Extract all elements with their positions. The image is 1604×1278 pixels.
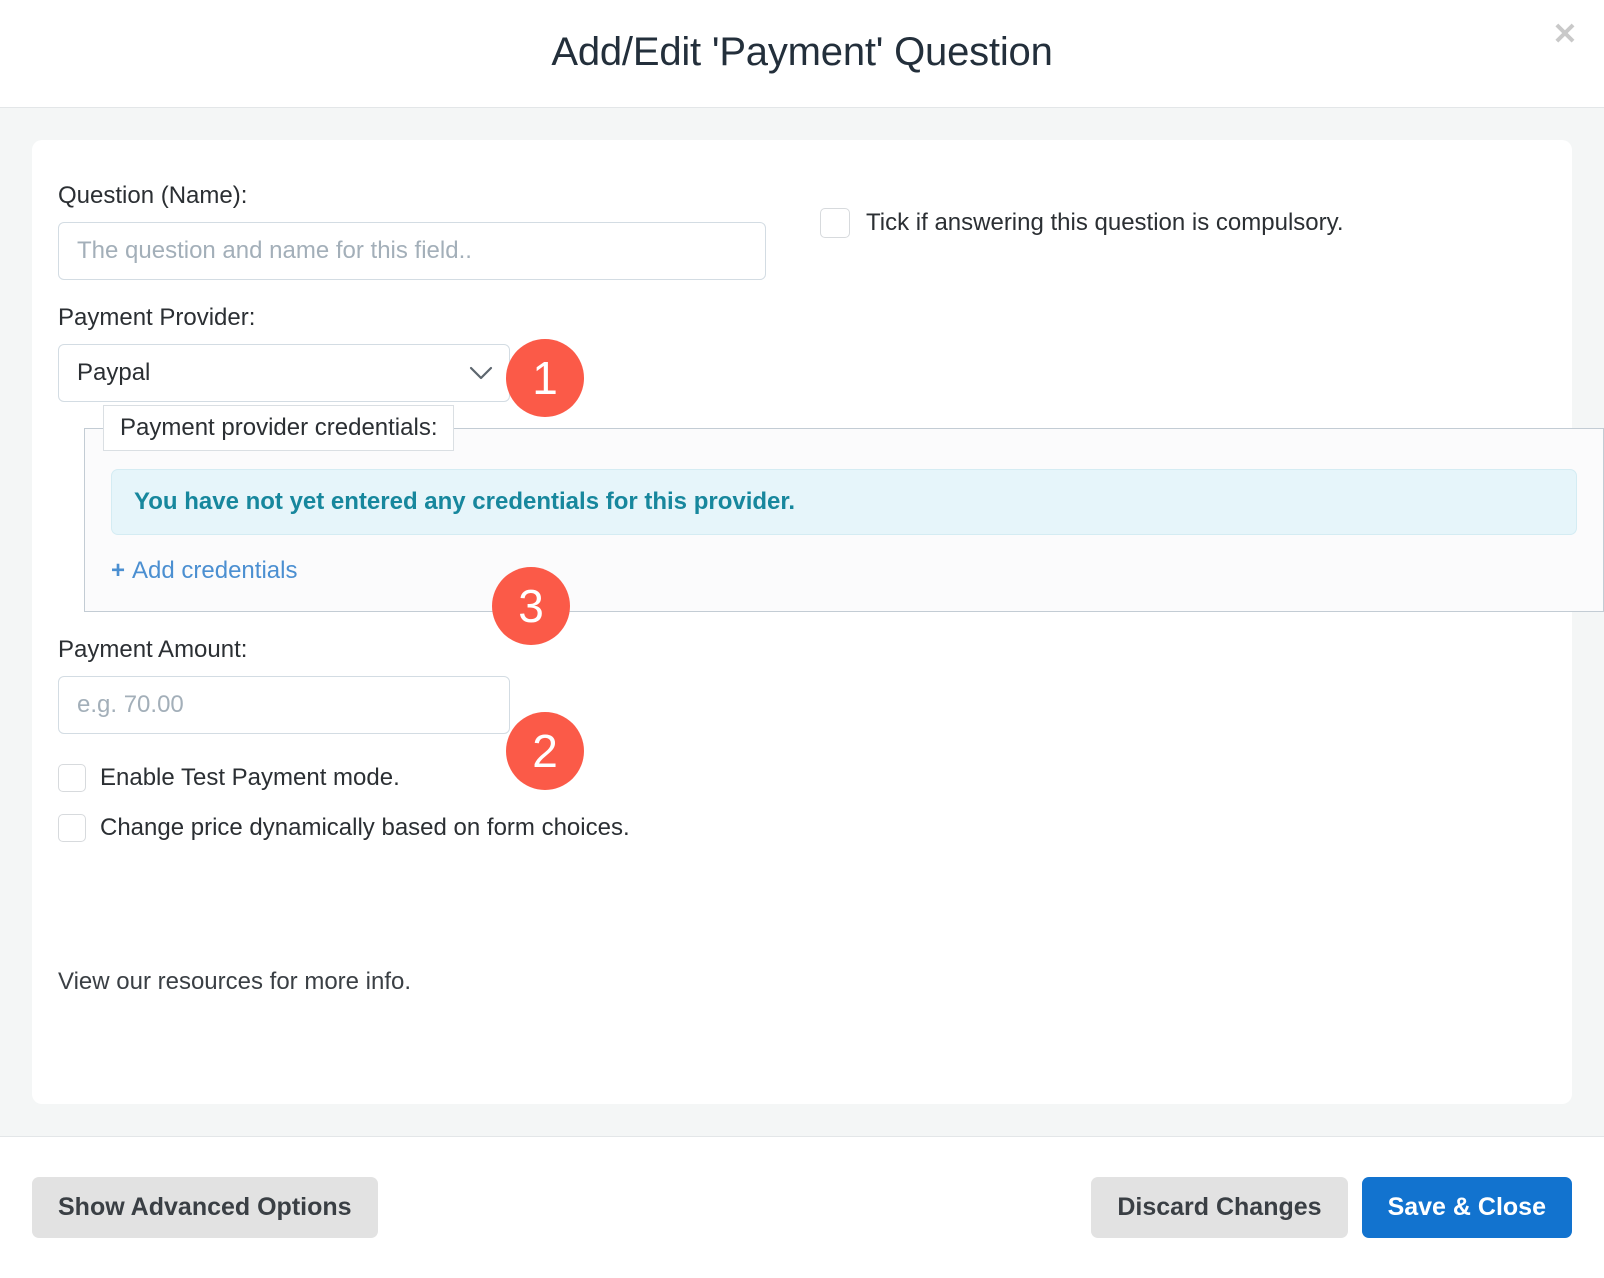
compulsory-checkbox[interactable] [820,208,850,238]
add-credentials-label: Add credentials [132,557,298,584]
credentials-alert: You have not yet entered any credentials… [111,469,1577,535]
step-badge-1: 1 [506,339,584,417]
payment-amount-label: Payment Amount: [58,636,248,663]
compulsory-label: Tick if answering this question is compu… [866,209,1344,236]
test-payment-label: Enable Test Payment mode. [100,764,400,791]
payment-amount-input[interactable] [58,676,510,734]
payment-question-modal: Add/Edit 'Payment' Question ✕ Question (… [0,0,1604,1278]
dynamic-price-row[interactable]: Change price dynamically based on form c… [58,814,1546,842]
form-card: Question (Name): Tick if answering this … [32,140,1604,1104]
credentials-legend: Payment provider credentials: [103,405,455,451]
amount-field-group: Payment Amount: [58,638,1546,734]
modal-footer: Show Advanced Options Discard Changes Sa… [0,1136,1604,1278]
test-payment-checkbox[interactable] [58,764,86,792]
footer-actions: Discard Changes Save & Close [1091,1177,1572,1238]
payment-provider-select-wrap[interactable]: Paypal [58,344,510,402]
test-payment-row[interactable]: Enable Test Payment mode. [58,764,1546,792]
dynamic-price-label: Change price dynamically based on form c… [100,814,630,841]
close-icon[interactable]: ✕ [1548,18,1582,52]
payment-provider-label: Payment Provider: [58,304,256,331]
add-credentials-link[interactable]: + Add credentials [111,559,297,583]
discard-changes-button[interactable]: Discard Changes [1091,1177,1348,1238]
payment-credentials-fieldset: Payment provider credentials: You have n… [84,405,1604,612]
step-badge-3: 3 [492,567,570,645]
modal-header: Add/Edit 'Payment' Question ✕ [0,0,1604,108]
question-name-label: Question (Name): [58,182,248,209]
resources-note: View our resources for more info. [58,968,412,995]
step-badge-2: 2 [506,712,584,790]
compulsory-checkbox-row[interactable]: Tick if answering this question is compu… [820,208,1344,238]
question-name-input[interactable] [58,222,766,280]
show-advanced-options-button[interactable]: Show Advanced Options [32,1177,378,1238]
payment-provider-select[interactable]: Paypal [58,344,510,402]
plus-icon: + [111,557,126,584]
question-row: Question (Name): Tick if answering this … [58,184,1546,280]
question-field-group: Question (Name): [58,184,766,280]
dynamic-price-checkbox[interactable] [58,814,86,842]
save-and-close-button[interactable]: Save & Close [1361,1177,1572,1238]
provider-field-group: Payment Provider: Paypal [58,306,1546,402]
modal-body: Question (Name): Tick if answering this … [0,108,1604,1136]
page-title: Add/Edit 'Payment' Question [551,29,1053,74]
